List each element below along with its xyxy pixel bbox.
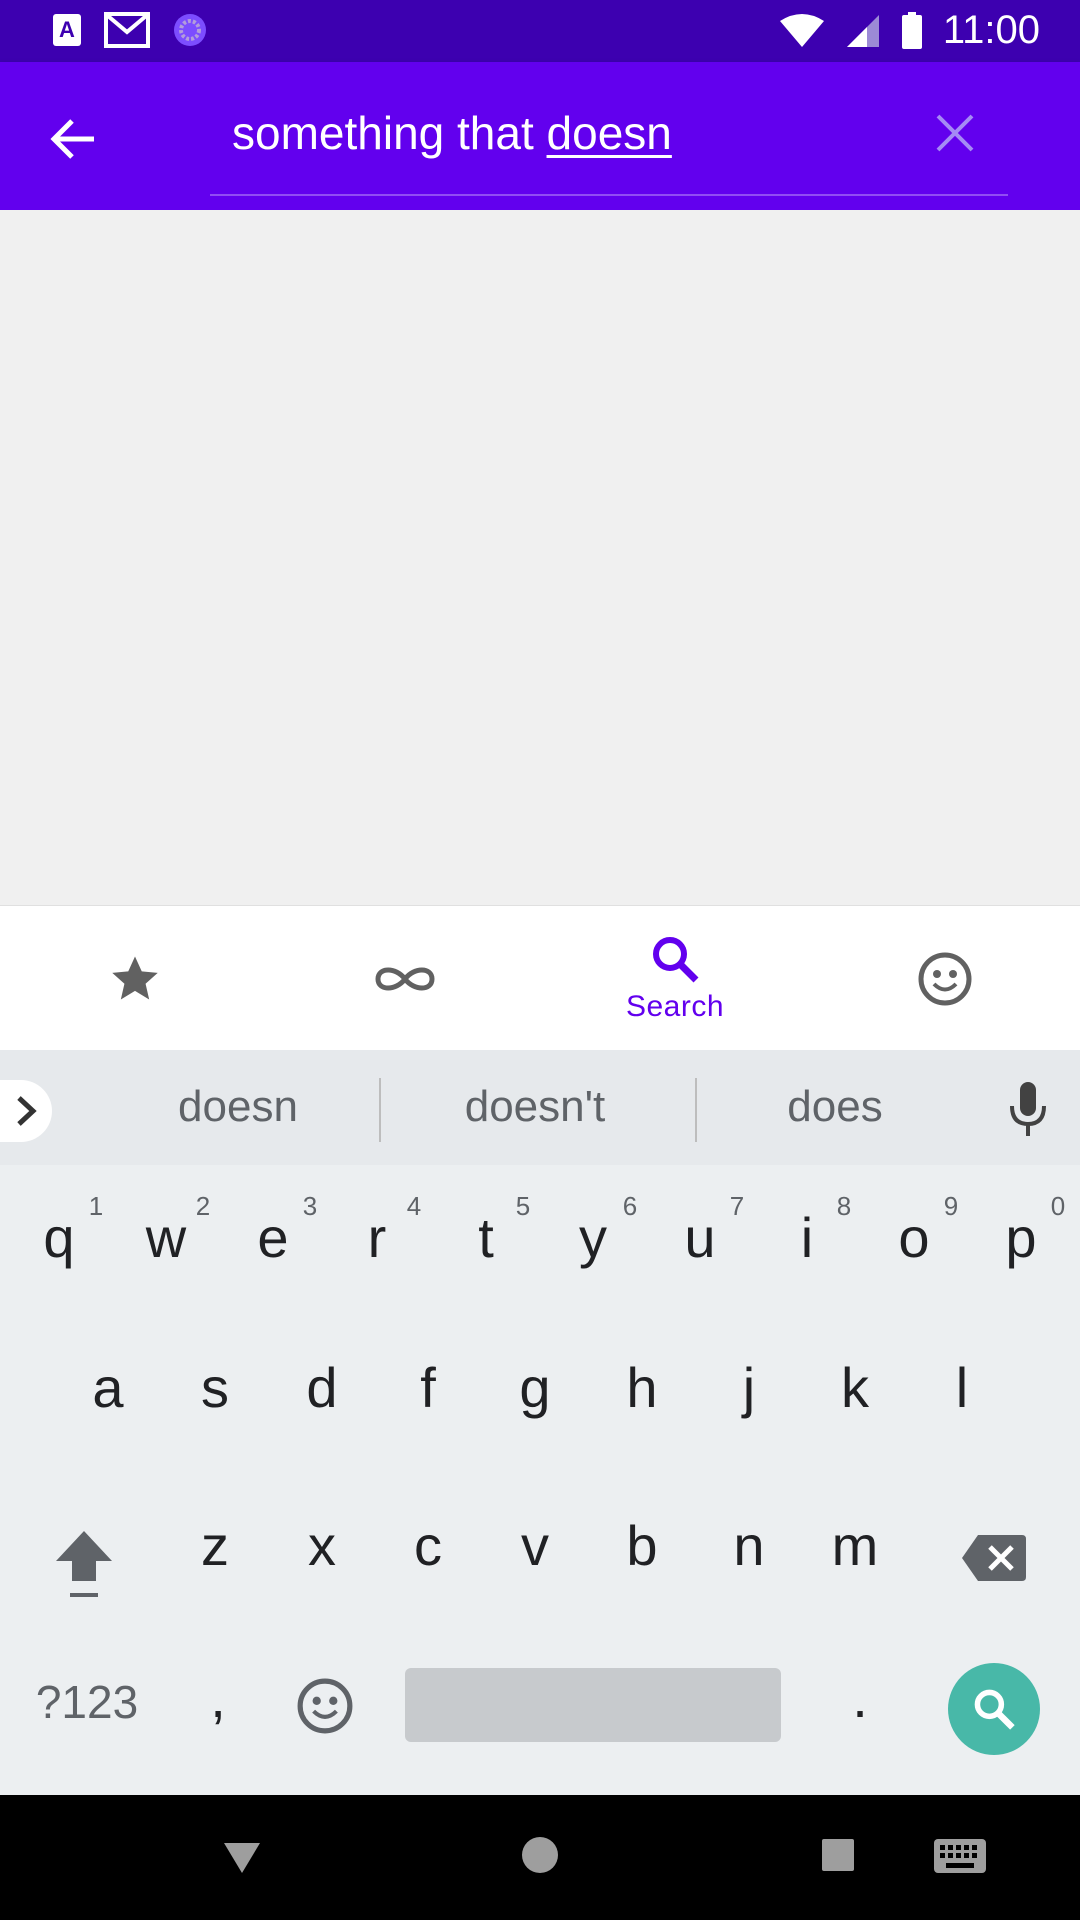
- suggestion-strip: doesn doesn't does: [0, 1050, 1080, 1165]
- search-underline: [210, 194, 1008, 196]
- backspace-key[interactable]: [960, 1533, 1028, 1583]
- key-g[interactable]: g: [490, 1355, 580, 1420]
- key-hint-5: 5: [515, 1191, 531, 1221]
- suggestion-divider: [695, 1078, 697, 1142]
- key-h[interactable]: h: [597, 1355, 687, 1420]
- infinity-icon: [375, 967, 435, 990]
- system-navigation-bar: [0, 1795, 1080, 1920]
- search-icon: [974, 1689, 1015, 1730]
- tab-search-label: Search: [625, 989, 725, 1023]
- key-hint-9: 9: [943, 1191, 959, 1221]
- home-circle-icon[interactable]: [520, 1835, 560, 1875]
- close-icon: [936, 114, 974, 152]
- arrow-back-icon: [50, 119, 94, 159]
- key-hint-7: 7: [729, 1191, 745, 1221]
- key-a[interactable]: a: [63, 1355, 153, 1420]
- suggestion-2[interactable]: doesn't: [420, 1082, 650, 1132]
- chevron-right-icon: [17, 1096, 37, 1126]
- suggestion-1[interactable]: doesn: [128, 1082, 348, 1132]
- signal-icon: [846, 14, 879, 47]
- shift-arrow-icon: [56, 1531, 112, 1597]
- key-x[interactable]: x: [277, 1513, 367, 1578]
- key-hint-6: 6: [622, 1191, 638, 1221]
- accessibility-app-icon: A: [53, 14, 81, 46]
- key-n[interactable]: n: [704, 1513, 794, 1578]
- search-icon: [653, 936, 699, 982]
- backspace-icon: [962, 1535, 1026, 1581]
- space-key[interactable]: [405, 1668, 781, 1742]
- emoji-key[interactable]: [296, 1677, 354, 1735]
- gmail-icon: [104, 12, 150, 48]
- tab-search[interactable]: Search: [540, 906, 810, 1051]
- key-d[interactable]: d: [277, 1355, 367, 1420]
- key-m[interactable]: m: [810, 1513, 900, 1578]
- emoji-icon: [918, 952, 972, 1005]
- key-b[interactable]: b: [597, 1513, 687, 1578]
- key-l[interactable]: l: [917, 1355, 1007, 1420]
- key-hint-8: 8: [836, 1191, 852, 1221]
- suggestion-divider: [379, 1078, 381, 1142]
- key-z[interactable]: z: [170, 1513, 260, 1578]
- keyboard-switch-icon[interactable]: [932, 1837, 988, 1875]
- search-action-key[interactable]: [948, 1663, 1040, 1755]
- composing-word: doesn: [546, 107, 672, 159]
- search-app-bar: something that doesn: [0, 62, 1080, 210]
- soft-keyboard: Search doesn doesn't does ?123 , . q 1 w…: [0, 905, 1080, 1795]
- key-hint-2: 2: [195, 1191, 211, 1221]
- key-c[interactable]: c: [383, 1513, 473, 1578]
- key-j[interactable]: j: [704, 1355, 794, 1420]
- key-hint-3: 3: [302, 1191, 318, 1221]
- key-hint-0: 0: [1050, 1191, 1066, 1221]
- key-v[interactable]: v: [490, 1513, 580, 1578]
- back-triangle-icon[interactable]: [222, 1839, 262, 1875]
- symbols-key[interactable]: ?123: [32, 1675, 142, 1729]
- search-results-area: [0, 210, 1080, 905]
- tab-gifs[interactable]: [270, 906, 540, 1051]
- key-hint-1: 1: [88, 1191, 104, 1221]
- comma-key[interactable]: ,: [173, 1665, 263, 1730]
- search-query-text: something that: [232, 107, 547, 159]
- star-icon: [112, 956, 158, 999]
- shift-key[interactable]: [48, 1525, 120, 1605]
- search-input[interactable]: something that doesn: [232, 106, 672, 160]
- clock: 11:00: [942, 8, 1040, 52]
- back-button[interactable]: [44, 110, 102, 168]
- voice-input-button[interactable]: [1008, 1080, 1048, 1145]
- tab-favorites[interactable]: [0, 906, 270, 1051]
- key-f[interactable]: f: [383, 1355, 473, 1420]
- clear-search-button[interactable]: [932, 110, 978, 156]
- status-bar: A 11:00: [0, 0, 1080, 62]
- sync-circle-icon: [174, 14, 206, 46]
- svg-text:A: A: [59, 17, 75, 42]
- emoji-key-icon: [297, 1678, 353, 1734]
- key-hint-4: 4: [406, 1191, 422, 1221]
- tab-emoji[interactable]: [810, 906, 1080, 1051]
- suggestion-3[interactable]: does: [730, 1082, 940, 1132]
- period-key[interactable]: .: [815, 1665, 905, 1730]
- recents-square-icon[interactable]: [820, 1837, 856, 1873]
- keyboard-feature-tabs: Search: [0, 905, 1080, 1052]
- wifi-icon: [779, 13, 824, 47]
- key-k[interactable]: k: [810, 1355, 900, 1420]
- battery-icon: [901, 11, 922, 49]
- key-s[interactable]: s: [170, 1355, 260, 1420]
- microphone-icon: [1010, 1082, 1046, 1136]
- expand-toolbar-button[interactable]: [0, 1080, 52, 1142]
